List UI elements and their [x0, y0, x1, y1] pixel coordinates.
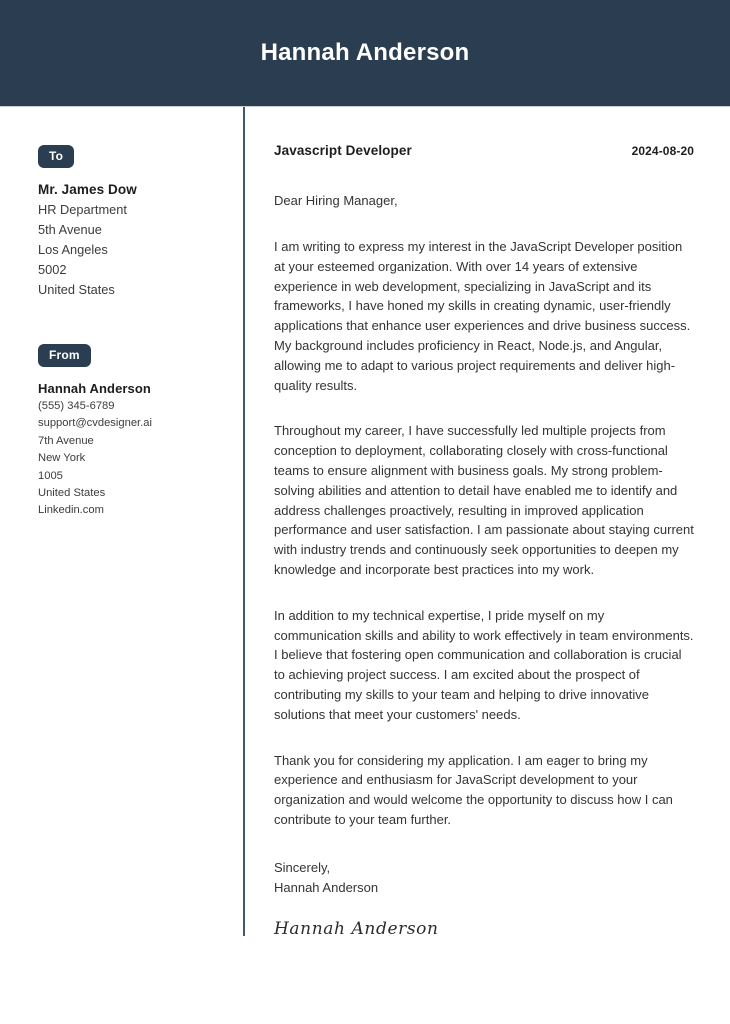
recipient-block: To Mr. James Dow HR Department 5th Avenu… — [38, 145, 223, 300]
recipient-name: Mr. James Dow — [38, 182, 137, 197]
letter-content: Javascript Developer 2024-08-20 Dear Hir… — [243, 107, 730, 940]
letter-paragraph: I am writing to express my interest in t… — [274, 239, 691, 393]
sender-line: 7th Avenue — [38, 434, 94, 447]
sender-line: New York — [38, 452, 86, 465]
sidebar: To Mr. James Dow HR Department 5th Avenu… — [0, 107, 243, 520]
recipient-line: Los Angeles — [38, 242, 108, 257]
document-header: Hannah Anderson — [0, 0, 730, 107]
sender-name: Hannah Anderson — [38, 381, 151, 396]
page-title: Hannah Anderson — [260, 39, 470, 66]
recipient-line: United States — [38, 282, 115, 297]
sender-phone: (555) 345-6789 — [38, 400, 115, 412]
cover-letter-page: Hannah Anderson To Mr. James Dow HR Depa… — [0, 0, 730, 1024]
sender-block: From Hannah Anderson (555) 345-6789 supp… — [38, 344, 223, 520]
sender-line: United States — [38, 487, 106, 500]
job-title: Javascript Developer — [274, 143, 412, 158]
document-body: To Mr. James Dow HR Department 5th Avenu… — [0, 107, 730, 1024]
signature: Hannah Anderson — [274, 918, 439, 939]
closing-block: Sincerely, Hannah Anderson — [274, 858, 694, 898]
to-badge: To — [38, 145, 75, 168]
closing-salutation: Sincerely, — [274, 859, 331, 875]
sender-website: Linkedin.com — [38, 504, 104, 517]
sender-line: 1005 — [38, 469, 63, 482]
recipient-line: 5002 — [38, 262, 67, 277]
letter-paragraph: Thank you for considering my application… — [274, 752, 673, 827]
recipient-line: HR Department — [38, 202, 127, 217]
recipient-address: Mr. James Dow HR Department 5th Avenue L… — [38, 180, 223, 300]
letter-header-row: Javascript Developer 2024-08-20 — [274, 143, 694, 158]
letter-paragraph: In addition to my technical expertise, I… — [274, 607, 694, 722]
letter-paragraph: Throughout my career, I have successfull… — [274, 423, 694, 577]
from-badge: From — [38, 344, 91, 367]
letter-date: 2024-08-20 — [631, 144, 694, 158]
recipient-line: 5th Avenue — [38, 222, 102, 237]
sender-email: support@cvdesigner.ai — [38, 417, 152, 430]
sender-address: Hannah Anderson (555) 345-6789 support@c… — [38, 379, 223, 520]
closing-name: Hannah Anderson — [274, 879, 379, 895]
salutation: Dear Hiring Manager, — [274, 193, 398, 208]
